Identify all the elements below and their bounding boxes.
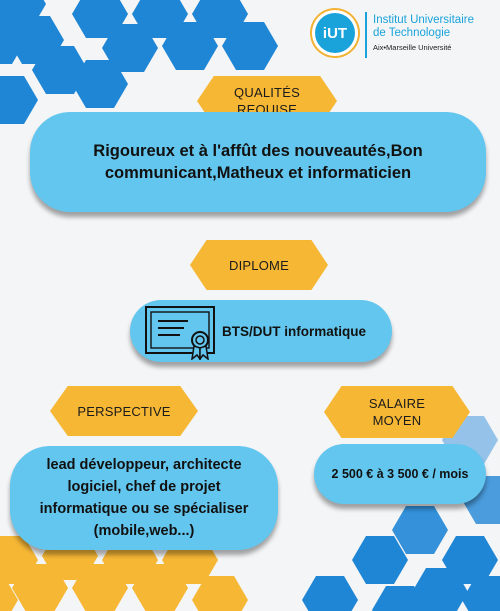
qualites-content-line-2: communicant,Matheux et informaticien	[104, 164, 412, 182]
logo-divider	[365, 12, 367, 58]
logo-line-3: Aix•Marseille Université	[373, 43, 452, 52]
logo-line-2: de Technologie	[373, 27, 451, 39]
salaire-content-text: 2 500 € à 3 500 € / mois	[331, 467, 469, 481]
qualites-content-line-1: Rigoureux et à l'affût des nouveautés,Bo…	[93, 142, 423, 160]
logo-line-1: Institut Universitaire	[373, 14, 474, 26]
salaire-content: 2 500 € à 3 500 € / mois	[314, 444, 486, 504]
diplome-label: DIPLOME	[190, 240, 328, 290]
diplome-content: BTS/DUT informatique	[130, 300, 392, 362]
decorative-hexagon	[352, 536, 408, 584]
perspective-label-text: PERSPECTIVE	[77, 403, 171, 419]
decorative-hexagon	[0, 76, 38, 124]
iut-logo: iUT Institut Universitaire de Technologi…	[315, 10, 495, 62]
perspective-content-line-2: logiciel, chef de projet	[67, 479, 221, 495]
salaire-label-line-2: MOYEN	[372, 413, 422, 428]
salaire-label-line-1: SALAIRE	[368, 396, 426, 411]
diplome-label-text: DIPLOME	[229, 257, 289, 273]
perspective-content-line-1: lead développeur, architecte	[46, 457, 242, 473]
diplome-content-text: BTS/DUT informatique	[222, 323, 366, 339]
perspective-label: PERSPECTIVE	[50, 386, 198, 436]
diploma-certificate-icon	[145, 306, 215, 360]
perspective-content-line-4: (mobile,web...)	[93, 523, 195, 539]
iut-logo-mark: iUT	[315, 13, 355, 53]
qualites-label-line-1: QUALITÉS	[234, 85, 300, 100]
qualites-content: Rigoureux et à l'affût des nouveautés,Bo…	[30, 112, 486, 212]
decorative-hexagon	[392, 506, 448, 554]
decorative-hexagon	[302, 576, 358, 611]
perspective-content-line-3: informatique ou se spécialiser	[39, 501, 249, 517]
salaire-label: SALAIRE MOYEN	[324, 386, 470, 438]
perspective-content: lead développeur, architecte logiciel, c…	[10, 446, 278, 550]
